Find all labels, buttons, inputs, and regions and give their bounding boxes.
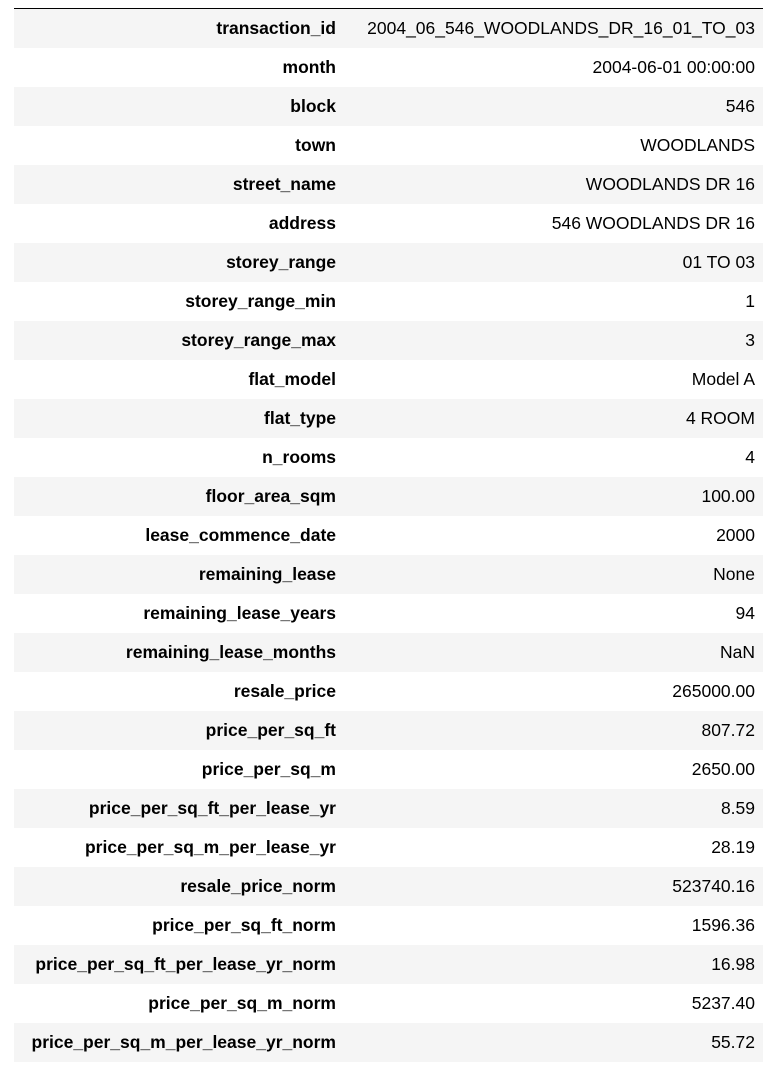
field-value: 523740.16	[672, 876, 755, 896]
field-value: 265000.00	[672, 681, 755, 701]
table-row: remaining_lease None	[14, 555, 763, 594]
field-value: 546	[725, 96, 755, 116]
field-value: 28.19	[711, 837, 755, 857]
field-name: flat_model	[248, 369, 336, 389]
field-name: price_per_sq_ft	[205, 720, 336, 740]
table-row: floor_area_sqm 100.00	[14, 477, 763, 516]
field-name: remaining_lease_months	[125, 642, 336, 662]
field-value: 01 TO 03	[682, 252, 755, 272]
field-value: Model A	[691, 369, 755, 389]
table-row: price_per_sq_ft_norm 1596.36	[14, 906, 763, 945]
field-value: 94	[735, 603, 755, 623]
field-value: NaN	[719, 642, 755, 662]
field-name: month	[282, 57, 336, 77]
record-table: transaction_id 2004_06_546_WOODLANDS_DR_1…	[14, 9, 763, 1062]
field-name: storey_range_max	[181, 330, 336, 350]
field-value: 2004_06_546_WOODLANDS_DR_16_01_TO_03	[367, 18, 755, 38]
field-name: flat_type	[264, 408, 336, 428]
field-value: 4 ROOM	[685, 408, 755, 428]
field-value: 1596.36	[691, 915, 755, 935]
field-value: 4	[745, 447, 755, 467]
table-row: price_per_sq_ft_per_lease_yr_norm 16.98	[14, 945, 763, 984]
table-row: n_rooms 4	[14, 438, 763, 477]
record-table-body: transaction_id 2004_06_546_WOODLANDS_DR_1…	[14, 9, 763, 1062]
table-row: price_per_sq_m_per_lease_yr_norm 55.72	[14, 1023, 763, 1062]
field-value: 16.98	[711, 954, 755, 974]
table-row: price_per_sq_ft_per_lease_yr 8.59	[14, 789, 763, 828]
table-row: transaction_id 2004_06_546_WOODLANDS_DR_1…	[14, 9, 763, 48]
field-value: 3	[745, 330, 755, 350]
field-name: street_name	[232, 174, 336, 194]
field-value: WOODLANDS DR 16	[585, 174, 755, 194]
table-row: town WOODLANDS	[14, 126, 763, 165]
field-value: 546 WOODLANDS DR 16	[551, 213, 755, 233]
table-row: street_name WOODLANDS DR 16	[14, 165, 763, 204]
table-row: lease_commence_date 2000	[14, 516, 763, 555]
field-name: storey_range_min	[185, 291, 336, 311]
field-name: price_per_sq_ft_per_lease_yr	[88, 798, 336, 818]
table-row: address 546 WOODLANDS DR 16	[14, 204, 763, 243]
field-value: 2004-06-01 00:00:00	[592, 57, 756, 77]
field-name: price_per_sq_ft_per_lease_yr_norm	[35, 954, 336, 974]
field-name: price_per_sq_ft_norm	[152, 915, 336, 935]
table-row: storey_range_max 3	[14, 321, 763, 360]
table-row: flat_model Model A	[14, 360, 763, 399]
table-row: block 546	[14, 87, 763, 126]
table-row: resale_price_norm 523740.16	[14, 867, 763, 906]
field-name: resale_price_norm	[180, 876, 336, 896]
field-name: block	[290, 96, 336, 116]
field-name: price_per_sq_m	[201, 759, 336, 779]
dataframe-output: transaction_id 2004_06_546_WOODLANDS_DR_1…	[0, 0, 781, 1080]
field-value: 1	[745, 291, 755, 311]
table-row: month 2004-06-01 00:00:00	[14, 48, 763, 87]
field-name: n_rooms	[262, 447, 336, 467]
field-value: 2000	[716, 525, 755, 545]
field-name: town	[295, 135, 336, 155]
table-row: storey_range 01 TO 03	[14, 243, 763, 282]
field-name: floor_area_sqm	[205, 486, 336, 506]
field-value: 5237.40	[691, 993, 755, 1013]
field-name: transaction_id	[216, 18, 336, 38]
field-name: resale_price	[233, 681, 336, 701]
field-name: price_per_sq_m_norm	[148, 993, 336, 1013]
field-value: 55.72	[711, 1032, 755, 1052]
table-row: remaining_lease_months NaN	[14, 633, 763, 672]
field-name: lease_commence_date	[145, 525, 336, 545]
field-value: 8.59	[720, 798, 755, 818]
field-value: 807.72	[701, 720, 755, 740]
table-row: remaining_lease_years 94	[14, 594, 763, 633]
table-row: resale_price 265000.00	[14, 672, 763, 711]
field-name: remaining_lease	[198, 564, 336, 584]
field-name: address	[268, 213, 336, 233]
field-name: price_per_sq_m_per_lease_yr	[84, 837, 336, 857]
field-value: 2650.00	[691, 759, 755, 779]
field-value: None	[713, 564, 755, 584]
field-name: price_per_sq_m_per_lease_yr_norm	[31, 1032, 337, 1052]
table-row: price_per_sq_m_per_lease_yr 28.19	[14, 828, 763, 867]
table-row: price_per_sq_ft 807.72	[14, 711, 763, 750]
field-value: 100.00	[701, 486, 755, 506]
field-value: WOODLANDS	[640, 135, 755, 155]
field-name: storey_range	[226, 252, 336, 272]
table-row: storey_range_min 1	[14, 282, 763, 321]
table-row: price_per_sq_m 2650.00	[14, 750, 763, 789]
field-name: remaining_lease_years	[143, 603, 336, 623]
table-row: flat_type 4 ROOM	[14, 399, 763, 438]
table-row: price_per_sq_m_norm 5237.40	[14, 984, 763, 1023]
